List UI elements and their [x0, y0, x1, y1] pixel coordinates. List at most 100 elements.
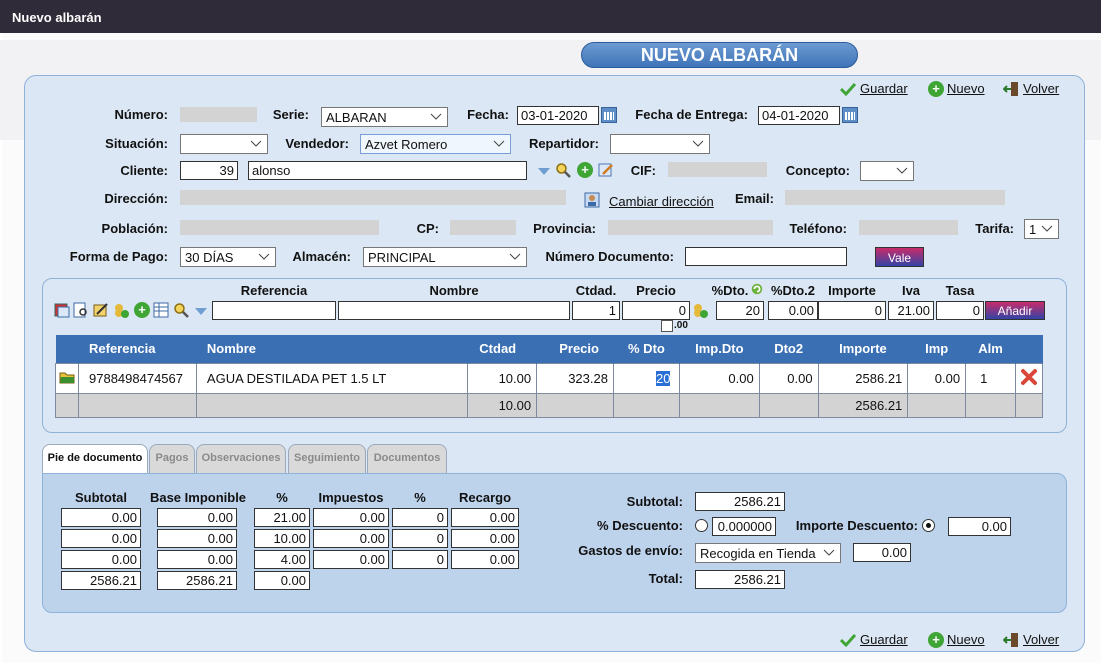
tax-total-subtotal[interactable]: 2586.21 — [61, 571, 141, 590]
vendedor-select[interactable]: Azvet Romero — [360, 134, 511, 154]
tab-pie-documento[interactable]: Pie de documento — [42, 444, 148, 474]
tax-base-input[interactable]: 0.00 — [157, 550, 237, 569]
tax-pct2-input[interactable]: 0 — [392, 529, 448, 548]
exit-door-icon[interactable] — [1003, 81, 1019, 97]
vale-button[interactable]: Vale — [875, 247, 924, 267]
edit-note-icon[interactable] — [93, 302, 109, 318]
tax-impuestos-input[interactable]: 0.00 — [313, 550, 389, 569]
dropdown-arrow-icon[interactable] — [536, 164, 552, 180]
gastos-envio-input[interactable]: 0.00 — [853, 543, 911, 562]
fecha-input[interactable]: 03-01-2020 — [517, 106, 599, 125]
tarifa-select[interactable]: 1 — [1024, 219, 1059, 239]
add-line-icon[interactable]: + — [134, 302, 150, 318]
dto-input[interactable]: 20 — [716, 301, 764, 320]
total-input[interactable]: 2586.21 — [695, 570, 785, 589]
tab-pagos[interactable]: Pagos — [149, 444, 195, 474]
entrega-input[interactable]: 04-01-2020 — [758, 106, 840, 125]
delete-icon[interactable] — [1020, 368, 1038, 386]
cliente-name-input[interactable]: alonso — [248, 161, 527, 180]
tax-impuestos-input[interactable]: 0.00 — [313, 529, 389, 548]
tax-pct-input[interactable]: 10.00 — [254, 529, 310, 548]
tax-recargo-input[interactable]: 0.00 — [451, 508, 519, 527]
table-row[interactable]: 9788498474567 AGUA DESTILADA PET 1.5 LT … — [55, 362, 1044, 394]
calendar-icon[interactable] — [842, 107, 858, 123]
col-header: Referencia — [78, 335, 197, 363]
checkmark-icon[interactable] — [840, 81, 856, 97]
tax-pct-input[interactable]: 21.00 — [254, 508, 310, 527]
back-link-bottom[interactable]: Volver — [1023, 632, 1059, 647]
serie-select[interactable]: ALBARAN — [321, 107, 448, 127]
importe-descuento-input[interactable]: 0.00 — [948, 517, 1011, 536]
add-icon[interactable]: + — [928, 632, 944, 648]
descuento-radio[interactable] — [695, 519, 708, 532]
situacion-select[interactable] — [180, 134, 268, 154]
nombre-input[interactable] — [338, 301, 570, 320]
add-icon[interactable]: + — [928, 81, 944, 97]
tax-base-input[interactable]: 0.00 — [157, 508, 237, 527]
num-doc-input[interactable] — [685, 247, 847, 266]
iva-input[interactable]: 21.00 — [888, 301, 934, 320]
tab-observaciones[interactable]: Observaciones — [196, 444, 286, 474]
tax-pct-input[interactable]: 4.00 — [254, 550, 310, 569]
descuento-input[interactable]: 0.000000 — [712, 517, 776, 536]
precio-input[interactable]: 0 — [622, 301, 690, 320]
back-link-top[interactable]: Volver — [1023, 81, 1059, 96]
cambiar-direccion-link[interactable]: Cambiar dirección — [609, 194, 714, 209]
save-link-top[interactable]: Guardar — [860, 81, 908, 96]
email-value — [785, 190, 1005, 205]
tax-pct2-input[interactable]: 0 — [392, 550, 448, 569]
cell-dto[interactable]: 20 — [612, 362, 680, 394]
exit-door-icon[interactable] — [1003, 632, 1019, 648]
almacen-select[interactable]: PRINCIPAL — [363, 247, 527, 267]
new-link-top[interactable]: Nuevo — [947, 81, 985, 96]
totals-cell — [758, 392, 819, 418]
tax-impuestos-input[interactable]: 0.00 — [313, 508, 389, 527]
checkmark-icon[interactable] — [840, 632, 856, 648]
row-delete-cell[interactable] — [1014, 362, 1044, 394]
search-list-icon[interactable] — [73, 302, 89, 318]
ctdad-input[interactable]: 1 — [572, 301, 620, 320]
tax-total-base[interactable]: 2586.21 — [157, 571, 237, 590]
dropdown-arrow-icon[interactable] — [193, 304, 209, 320]
repartidor-select[interactable] — [610, 134, 710, 154]
tab-documentos[interactable]: Documentos — [367, 444, 447, 474]
edit-icon[interactable] — [598, 162, 614, 178]
address-book-icon[interactable] — [584, 192, 600, 208]
referencia-input[interactable] — [212, 301, 336, 320]
new-link-bottom[interactable]: Nuevo — [947, 632, 985, 647]
tax-recargo-input[interactable]: 0.00 — [451, 550, 519, 569]
tax-subtotal-input[interactable]: 0.00 — [61, 508, 141, 527]
coins-add-icon[interactable] — [113, 302, 129, 318]
add-client-icon[interactable]: + — [577, 162, 593, 178]
folder-icon[interactable] — [59, 369, 75, 385]
tax-total-pct[interactable]: 0.00 — [254, 571, 310, 590]
add-line-button[interactable]: Añadir — [985, 301, 1045, 320]
search-icon[interactable] — [555, 162, 571, 178]
importe-input[interactable]: 0 — [818, 301, 886, 320]
gastos-envio-select[interactable]: Recogida en Tienda — [695, 543, 841, 563]
tasa-input[interactable]: 0 — [936, 301, 984, 320]
concepto-select[interactable] — [860, 161, 914, 181]
summary-subtotal-input[interactable]: 2586.21 — [695, 492, 785, 511]
grid-view-icon[interactable] — [54, 302, 70, 318]
tax-recargo-input[interactable]: 0.00 — [451, 529, 519, 548]
serie-label: Serie: — [272, 107, 309, 122]
dto2-input[interactable]: 0.00 — [768, 301, 818, 320]
cliente-code-input[interactable]: 39 — [180, 161, 238, 180]
coins-add-icon[interactable] — [692, 302, 708, 318]
forma-pago-select[interactable]: 30 DÍAS — [180, 247, 276, 267]
table-icon[interactable] — [153, 302, 169, 318]
tab-seguimiento[interactable]: Seguimiento — [288, 444, 366, 474]
calendar-icon[interactable] — [601, 107, 617, 123]
tax-subtotal-input[interactable]: 0.00 — [61, 550, 141, 569]
row-folder-cell[interactable] — [55, 362, 79, 394]
importe-descuento-radio[interactable] — [922, 519, 935, 532]
tax-base-input[interactable]: 0.00 — [157, 529, 237, 548]
save-link-bottom[interactable]: Guardar — [860, 632, 908, 647]
col-header: Ctdad — [467, 335, 538, 363]
tax-subtotal-input[interactable]: 0.00 — [61, 529, 141, 548]
refresh-icon[interactable] — [750, 282, 764, 296]
cell-dto-value[interactable]: 20 — [655, 370, 671, 386]
tax-pct2-input[interactable]: 0 — [392, 508, 448, 527]
search-icon[interactable] — [173, 302, 189, 318]
